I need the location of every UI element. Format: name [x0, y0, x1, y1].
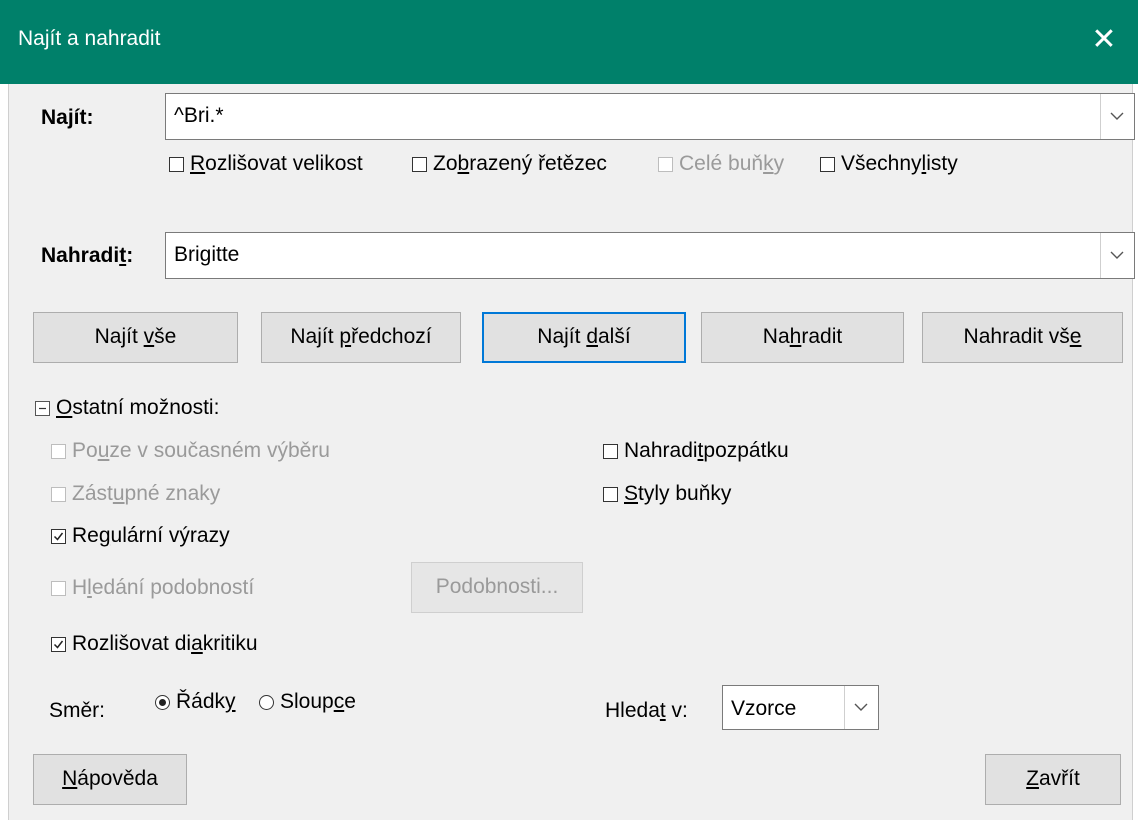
- replace-button[interactable]: Nahradit: [701, 312, 904, 363]
- replace-all-button[interactable]: Nahradit vše: [922, 312, 1123, 363]
- help-button[interactable]: Nápověda: [33, 754, 187, 805]
- search-in-select[interactable]: Vzorce: [722, 685, 879, 730]
- find-all-button[interactable]: Najít vše: [33, 312, 238, 363]
- wildcards-checkbox[interactable]: Zást u pné znaky: [51, 482, 220, 506]
- checkmark-icon: [51, 636, 66, 652]
- collapse-icon: [35, 400, 50, 416]
- checkbox-icon: [51, 580, 66, 596]
- chevron-down-icon: [1110, 112, 1124, 120]
- replace-input[interactable]: Brigitte: [165, 232, 1135, 279]
- displayed-string-checkbox[interactable]: Zo b razený řetězec: [412, 152, 607, 176]
- all-sheets-checkbox[interactable]: Všechny l isty: [820, 152, 958, 176]
- current-selection-checkbox[interactable]: Po u ze v současném výběru: [51, 439, 330, 463]
- replace-backwards-checkbox[interactable]: Nahradi t pozpátku: [603, 439, 789, 463]
- chevron-down-icon: [1110, 251, 1124, 259]
- dialog-body: Najít: ^Bri.* Rozlišovat velikost Zo b raz…: [8, 84, 1135, 820]
- find-next-button[interactable]: Najít další: [482, 312, 686, 363]
- cell-styles-checkbox[interactable]: Styly buňky: [603, 482, 731, 506]
- direction-columns-radio[interactable]: Sloup c e: [259, 690, 356, 714]
- search-in-label: Hledat v:: [605, 699, 688, 722]
- radio-icon: [259, 694, 274, 710]
- close-icon[interactable]: ✕: [1084, 18, 1124, 62]
- find-replace-dialog: Najít a nahradit ✕ Najít: ^Bri.* Rozlišo…: [0, 0, 1138, 820]
- similarity-search-checkbox[interactable]: Hl edání podobností: [51, 576, 254, 600]
- direction-rows-radio[interactable]: Řádk y: [155, 690, 236, 714]
- diacritics-checkbox[interactable]: Rozlišovat di a kritiku: [51, 632, 258, 656]
- checkbox-icon: [603, 486, 618, 502]
- replace-dropdown-button[interactable]: [1100, 233, 1134, 278]
- entire-cells-checkbox[interactable]: Celé buň k y: [658, 152, 784, 176]
- titlebar: Najít a nahradit ✕: [0, 0, 1138, 84]
- regex-checkbox[interactable]: Re g ulární výrazy: [51, 524, 230, 548]
- checkbox-icon: [658, 156, 673, 172]
- radio-selected-icon: [155, 694, 170, 710]
- find-dropdown-button[interactable]: [1100, 94, 1134, 139]
- window-title: Najít a nahradit: [18, 27, 161, 50]
- find-previous-button[interactable]: Najít předchozí: [261, 312, 461, 363]
- replace-label: Nahradit:: [41, 244, 134, 267]
- checkbox-icon: [51, 486, 66, 502]
- find-value: ^Bri.*: [174, 104, 224, 127]
- checkbox-icon: [603, 443, 618, 459]
- checkbox-icon: [412, 156, 427, 172]
- checkbox-icon: [169, 156, 184, 172]
- direction-label: Směr:: [49, 699, 106, 722]
- find-input[interactable]: ^Bri.*: [165, 93, 1135, 140]
- chevron-down-icon: [854, 703, 868, 711]
- match-case-checkbox[interactable]: Rozlišovat velikost: [169, 152, 363, 176]
- checkbox-icon: [820, 156, 835, 172]
- find-label: Najít:: [41, 106, 94, 129]
- other-options-toggle[interactable]: Ostatní možnosti:: [35, 396, 219, 420]
- close-button[interactable]: Zavřít: [985, 754, 1121, 805]
- search-in-value: Vzorce: [731, 697, 797, 720]
- search-in-dropdown-button[interactable]: [844, 686, 878, 729]
- similarities-button[interactable]: Podobnosti...: [411, 562, 583, 613]
- checkmark-icon: [51, 528, 66, 544]
- replace-value: Brigitte: [174, 243, 240, 266]
- checkbox-icon: [51, 443, 66, 459]
